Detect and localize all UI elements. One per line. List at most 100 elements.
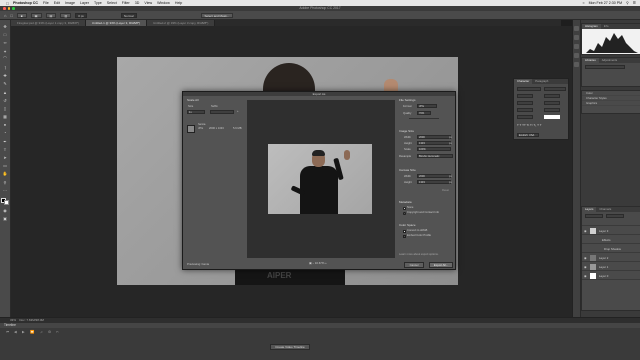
quick-select-tool-icon[interactable]: ✦	[2, 49, 9, 54]
zoom-tool-icon[interactable]: ⚲	[2, 180, 9, 185]
zoom-in-icon[interactable]: +	[325, 261, 327, 265]
resample-select[interactable]: Bicubic Automatic	[417, 154, 453, 158]
gradient-tool-icon[interactable]: ▦	[2, 114, 9, 119]
eye-icon[interactable]: ◉	[584, 274, 587, 278]
tracking-input[interactable]	[544, 101, 560, 105]
color-swatches[interactable]	[1, 197, 9, 205]
menu-image[interactable]: Image	[65, 1, 75, 5]
background-color-swatch[interactable]	[4, 199, 9, 205]
library-select[interactable]	[585, 65, 625, 69]
image-width-input[interactable]: 2000	[417, 135, 451, 139]
dodge-tool-icon[interactable]: ◔	[2, 130, 9, 135]
metadata-copyright-radio[interactable]	[403, 212, 406, 215]
apple-menu-icon[interactable]: 	[6, 1, 9, 6]
menu-file[interactable]: File	[43, 1, 49, 5]
blur-tool-icon[interactable]: ●	[2, 122, 9, 127]
image-height-input[interactable]: 1333	[417, 141, 451, 145]
convert-srgb-checkbox[interactable]	[403, 230, 406, 233]
text-style-buttons[interactable]: T T TT Tt T¹ T₁ T T	[517, 123, 567, 127]
zoom-control[interactable]: ▣ − 16.67% +	[309, 261, 327, 265]
add-scale-icon[interactable]: +	[237, 110, 239, 113]
vertical-scale-input[interactable]	[517, 108, 533, 112]
quick-mask-icon[interactable]: ◉	[2, 208, 9, 213]
kerning-input[interactable]	[517, 101, 533, 105]
font-size-input[interactable]	[517, 94, 533, 98]
audio-icon[interactable]: ♫	[40, 330, 43, 334]
play-icon[interactable]: ▶	[22, 330, 25, 334]
tab-histogram[interactable]: Histogram	[582, 24, 601, 29]
more-tools-icon[interactable]: ⋯	[2, 188, 9, 193]
quality-input[interactable]: 70%	[417, 111, 431, 115]
timeline-tab[interactable]: Timeline	[0, 323, 640, 328]
first-frame-icon[interactable]: ⏮	[6, 330, 9, 334]
settings-icon[interactable]: ⚙	[48, 330, 51, 334]
feather-input[interactable]: 0 px	[75, 12, 87, 18]
layer-row[interactable]: ◉ Layer 2	[582, 253, 640, 262]
leading-input[interactable]	[544, 94, 560, 98]
format-select[interactable]: JPG	[417, 104, 437, 108]
language-select[interactable]: English: USA	[517, 133, 539, 137]
metadata-none-radio[interactable]	[403, 207, 406, 210]
panel-icon-5[interactable]	[574, 62, 579, 67]
eyedropper-tool-icon[interactable]: ⌉	[2, 65, 9, 70]
reset-button[interactable]: Reset	[442, 189, 449, 192]
export-all-button[interactable]: Export All...	[429, 262, 453, 268]
learn-more-link[interactable]: Learn more about export options.	[399, 253, 439, 256]
baseline-shift-input[interactable]	[517, 115, 533, 119]
wifi-icon[interactable]: ≈	[583, 1, 585, 5]
brush-tool-icon[interactable]: ✎	[2, 81, 9, 86]
search-icon[interactable]: ⚲	[626, 1, 629, 5]
quality-slider[interactable]	[409, 118, 439, 119]
stamp-tool-icon[interactable]: ▲	[2, 90, 9, 95]
lasso-tool-icon[interactable]: ∞	[2, 40, 9, 45]
panel-icon-3[interactable]	[574, 44, 579, 49]
scale-size-select[interactable]: 1x	[187, 110, 205, 114]
layer-row[interactable]: Drop Shadow	[582, 244, 640, 253]
tab-paragraph[interactable]: Paragraph	[532, 79, 551, 84]
next-frame-icon[interactable]: ⏩	[30, 330, 34, 334]
path-select-tool-icon[interactable]: ➤	[2, 155, 9, 160]
tab-adjustments[interactable]: Adjustments	[599, 58, 620, 63]
tab-character[interactable]: Character	[514, 79, 533, 84]
font-family-select[interactable]	[517, 87, 541, 91]
shape-tool-icon[interactable]: ▭	[2, 163, 9, 168]
tab-info[interactable]: Info	[601, 24, 612, 29]
eye-icon[interactable]: ◉	[584, 256, 587, 260]
menu-help[interactable]: Help	[175, 1, 182, 5]
scale-select[interactable]: 100%	[417, 147, 451, 151]
create-video-timeline-button[interactable]: Create Video Timeline	[270, 344, 310, 350]
layer-row[interactable]: ◉ Layer 1	[582, 262, 640, 271]
previous-frame-icon[interactable]: ◀	[14, 330, 17, 334]
layer-row[interactable]: ◉ Layer 3	[582, 226, 640, 235]
home-icon[interactable]: ⌂	[4, 13, 6, 18]
close-window-button[interactable]	[3, 7, 6, 10]
embed-profile-checkbox[interactable]	[403, 235, 406, 238]
font-style-select[interactable]	[544, 87, 566, 91]
menu-list-icon[interactable]: ☰	[633, 1, 636, 5]
menu-view[interactable]: View	[144, 1, 152, 5]
hand-tool-icon[interactable]: ✋	[2, 171, 9, 176]
canvas-width-input[interactable]: 2000	[417, 174, 451, 178]
menu-edit[interactable]: Edit	[54, 1, 60, 5]
menu-select[interactable]: Select	[107, 1, 117, 5]
app-menu[interactable]: Photoshop CC	[13, 1, 38, 5]
healing-tool-icon[interactable]: ✚	[2, 73, 9, 78]
tab-libraries[interactable]: Libraries	[582, 58, 599, 63]
menu-3d[interactable]: 3D	[135, 1, 140, 5]
panel-icon-1[interactable]	[574, 26, 579, 31]
panel-icon-2[interactable]	[574, 35, 579, 40]
horizontal-scale-input[interactable]	[544, 108, 560, 112]
crop-tool-icon[interactable]: ⌒	[2, 56, 9, 62]
select-and-mask-button[interactable]: Select and Mask...	[200, 12, 234, 18]
marquee-tool-icon[interactable]: □	[2, 32, 9, 37]
layer-row[interactable]: Effects	[582, 235, 640, 244]
pen-tool-icon[interactable]: ✒	[2, 139, 9, 144]
panel-row-graphics[interactable]: Graphics	[582, 101, 640, 106]
eye-icon[interactable]: ◉	[584, 229, 587, 233]
split-icon[interactable]: ✂	[56, 330, 59, 334]
layer-row[interactable]: ◉ Layer 0	[582, 271, 640, 280]
intersect-selection-button[interactable]: ▥	[60, 12, 72, 18]
zoom-out-icon[interactable]: −	[312, 261, 314, 265]
screen-mode-icon[interactable]: ▣	[2, 216, 9, 221]
tab-channels[interactable]: Channels	[596, 207, 614, 212]
